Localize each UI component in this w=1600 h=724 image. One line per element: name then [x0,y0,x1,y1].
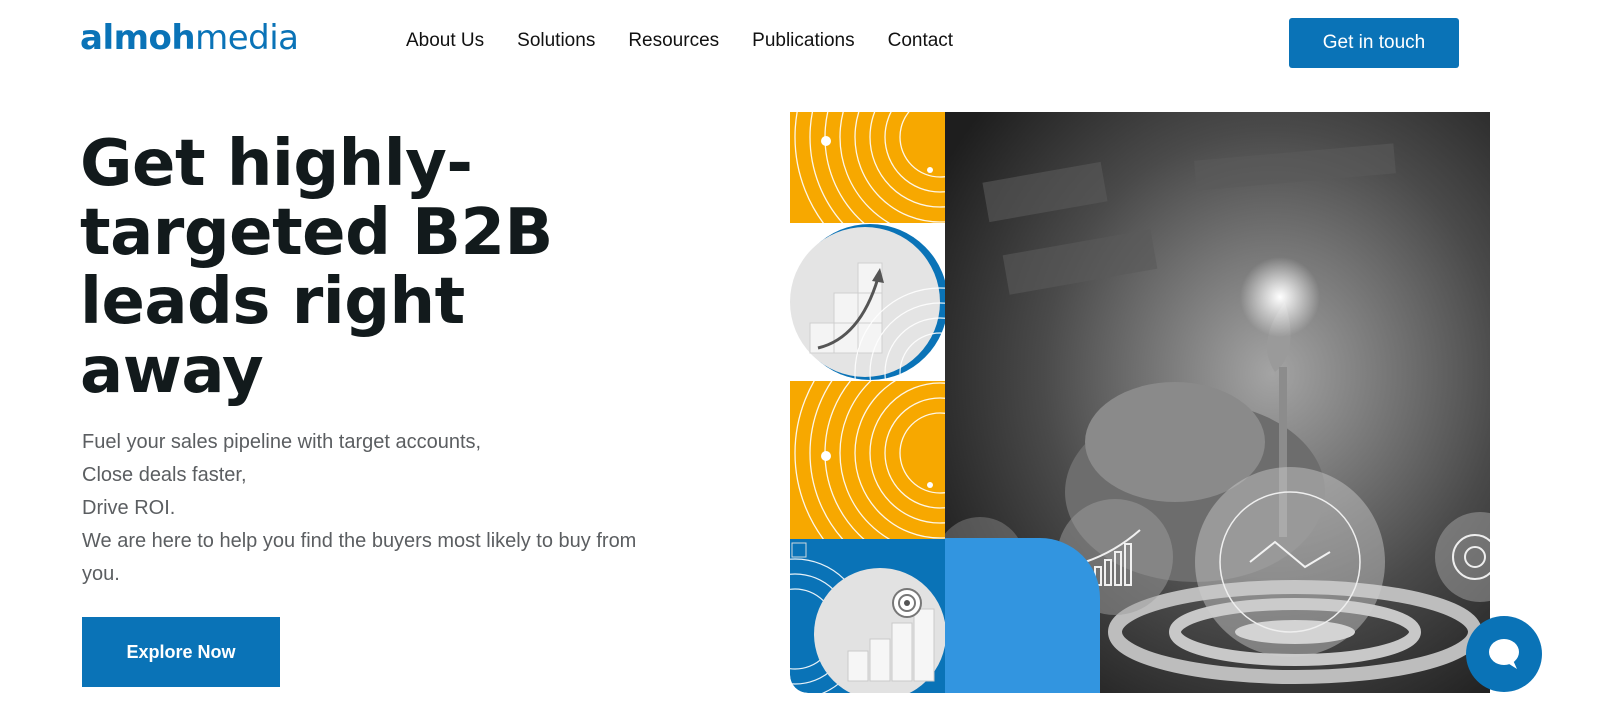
hero-headline: Get highly-targeted B2B leads right away [80,127,553,408]
main-nav: About Us Solutions Resources Publication… [406,30,953,52]
logo-text-light: media [195,18,299,58]
nav-item-resources[interactable]: Resources [628,30,719,52]
nav-item-contact[interactable]: Contact [888,30,953,52]
hero-subtext: Fuel your sales pipeline with target acc… [82,426,682,591]
chat-button[interactable] [1466,616,1542,692]
nav-item-about-us[interactable]: About Us [406,30,484,52]
subtext-line: Drive ROI. [82,497,176,519]
concentric-arcs-icon [790,112,945,223]
accent-blue-shape [945,538,1100,693]
explore-now-button[interactable]: Explore Now [82,617,280,687]
growth-chart-arrow-icon [790,223,945,381]
get-in-touch-button[interactable]: Get in touch [1289,18,1459,68]
hero-collage [790,112,1490,693]
concentric-arcs-icon [790,381,945,539]
subtext-line: We are here to help you find the buyers … [82,530,637,585]
chat-bubble-icon [1489,639,1519,669]
brand-logo[interactable]: almoh media [80,18,299,60]
logo-text-bold: almoh [80,18,196,58]
nav-item-publications[interactable]: Publications [752,30,854,52]
subtext-line: Fuel your sales pipeline with target acc… [82,431,482,453]
target-bar-chart-icon [790,539,945,693]
subtext-line: Close deals faster, [82,464,247,486]
nav-item-solutions[interactable]: Solutions [517,30,595,52]
